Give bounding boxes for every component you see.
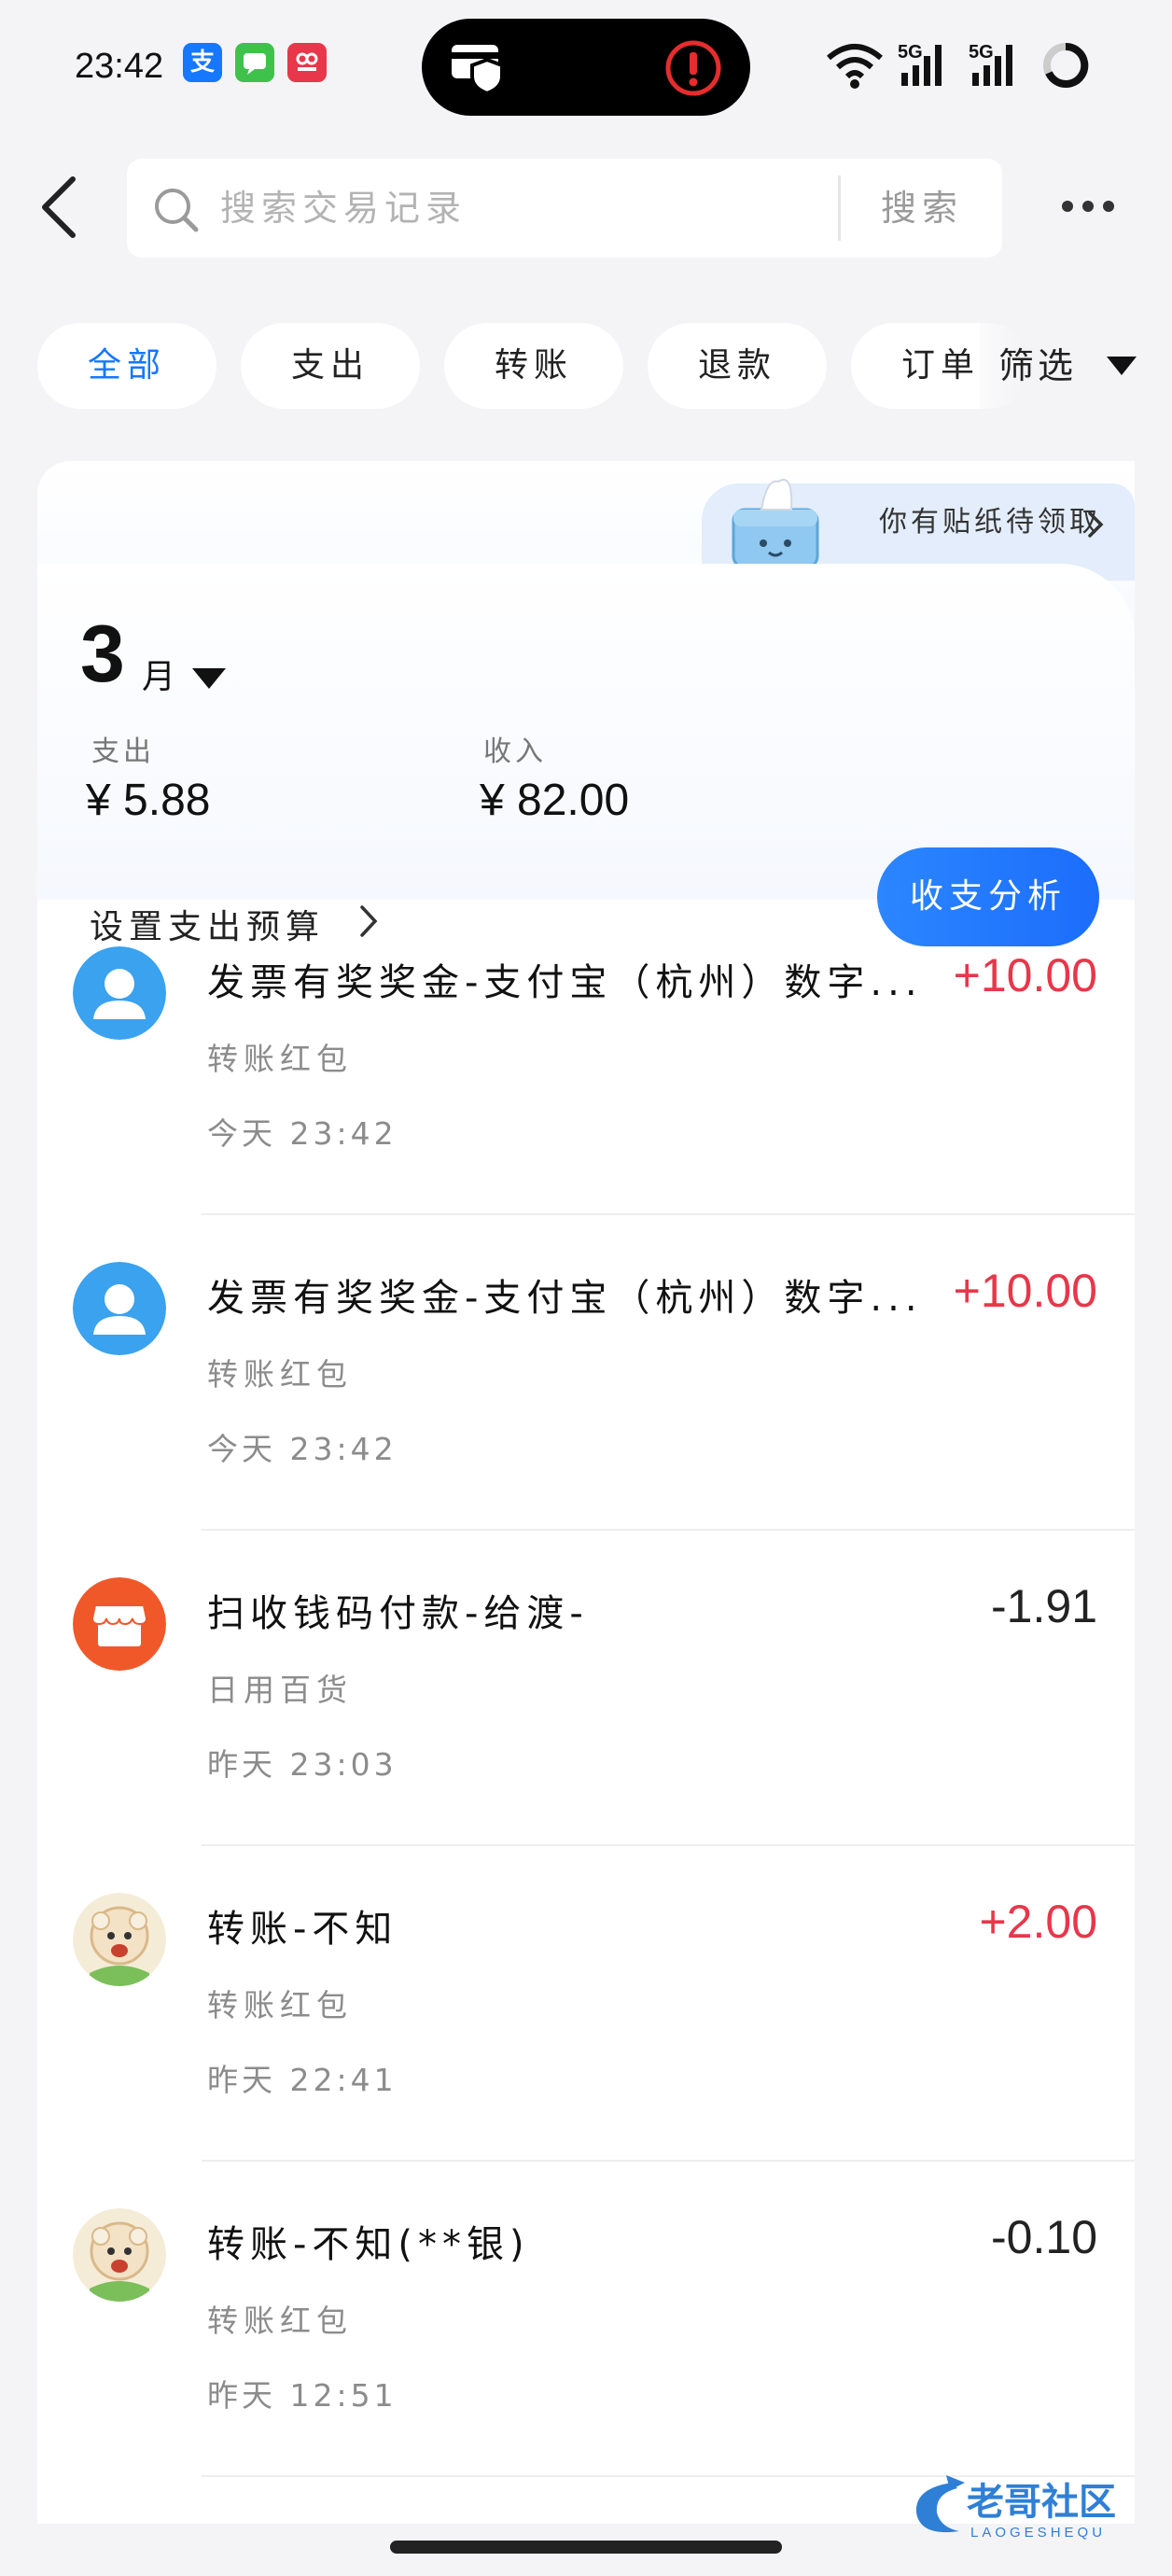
expense-label: 支出 <box>91 735 155 768</box>
income-label: 收入 <box>483 735 547 768</box>
person-avatar <box>73 946 166 1040</box>
transaction-title: 发票有奖奖金-支付宝（杭州）数字... <box>207 1277 923 1320</box>
transaction-time: 昨天 23:03 <box>207 1746 398 1783</box>
transaction-row[interactable]: 发票有奖奖金-支付宝（杭州）数字... +10.00 转账红包 今天 23:42 <box>37 1215 1135 1531</box>
community-watermark-logo: 老哥社区 LAOGESHEQU <box>915 2475 1116 2541</box>
network-label: 5G <box>969 42 994 63</box>
transaction-row[interactable]: 发票有奖奖金-支付宝（杭州）数字... +10.00 转账红包 今天 23:42 <box>37 900 1135 1215</box>
search-icon <box>155 189 199 232</box>
watermark-text: 老哥社区 <box>967 2481 1116 2524</box>
transaction-title: 转账-不知 <box>207 1908 398 1951</box>
transactions-card: 你有贴纸待领取 3 月 支出 ¥ 5.88 收入 ¥ 82.00 设置支出预算 … <box>37 461 1135 2524</box>
messages-app-icon <box>235 43 274 82</box>
search-input[interactable]: 搜索交易记录 <box>220 159 467 258</box>
cartoon-avatar <box>73 2208 166 2302</box>
transaction-category: 转账红包 <box>207 1356 353 1393</box>
month-summary: 你有贴纸待领取 3 月 支出 ¥ 5.88 收入 ¥ 82.00 设置支出预算 … <box>37 461 1135 946</box>
sticker-text: 你有贴纸待领取 <box>879 506 1101 539</box>
search-bar[interactable]: 搜索交易记录 搜索 <box>127 159 1002 258</box>
signal-5g-2-icon: 5G <box>969 42 1012 86</box>
transaction-row[interactable]: 转账-不知 +2.00 转账红包 昨天 22:41 <box>37 1846 1135 2162</box>
alert-icon <box>665 40 721 96</box>
transaction-amount: -1.91 <box>991 1580 1097 1632</box>
search-button[interactable]: 搜索 <box>842 159 1002 258</box>
home-indicator[interactable] <box>390 2541 782 2554</box>
chevron-down-icon <box>1107 357 1137 375</box>
transaction-amount: -0.10 <box>991 2211 1097 2263</box>
cartoon-avatar <box>73 1893 166 1986</box>
tab-transfer[interactable]: 转账 <box>444 323 623 409</box>
transaction-title: 转账-不知(**银) <box>207 2223 530 2266</box>
wifi-icon <box>827 44 883 89</box>
shop-avatar <box>73 1577 166 1671</box>
battery-ring-icon <box>1043 42 1089 88</box>
status-time: 23:42 <box>75 47 164 86</box>
filter-label: 筛选 <box>998 345 1078 386</box>
income-value: ¥ 82.00 <box>480 776 630 825</box>
transaction-category: 转账红包 <box>207 1987 353 2023</box>
transaction-time: 昨天 12:51 <box>207 2377 398 2414</box>
red-app-icon <box>287 43 327 82</box>
card-shield-icon <box>452 45 504 95</box>
expense-value: ¥ 5.88 <box>86 776 211 825</box>
transaction-amount: +2.00 <box>979 1896 1097 1948</box>
search-divider <box>838 175 841 241</box>
transaction-category: 转账红包 <box>207 1041 353 1077</box>
transaction-category: 转账红包 <box>207 2303 353 2339</box>
transaction-row[interactable]: 转账-不知(**银) -0.10 转账红包 昨天 12:51 <box>37 2162 1135 2477</box>
transaction-time: 昨天 22:41 <box>207 2062 398 2098</box>
more-options-icon[interactable] <box>1062 198 1123 216</box>
transaction-title: 发票有奖奖金-支付宝（杭州）数字... <box>207 961 923 1004</box>
transaction-amount: +10.00 <box>953 949 1097 1001</box>
dynamic-island[interactable] <box>422 19 750 116</box>
chevron-right-icon <box>1088 511 1104 538</box>
transaction-category: 日用百货 <box>207 1672 353 1708</box>
transaction-title: 扫收钱码付款-给渡- <box>207 1592 589 1635</box>
filter-button[interactable]: 筛选 <box>980 323 1172 409</box>
transaction-list: 发票有奖奖金-支付宝（杭州）数字... +10.00 转账红包 今天 23:42… <box>37 900 1135 2477</box>
watermark-subtext: LAOGESHEQU <box>970 2525 1106 2541</box>
transaction-time: 今天 23:42 <box>207 1431 398 1467</box>
month-unit[interactable]: 月 <box>142 650 175 698</box>
tab-all[interactable]: 全部 <box>37 323 216 409</box>
alipay-app-icon: 支 <box>183 43 222 82</box>
tab-expense[interactable]: 支出 <box>241 323 420 409</box>
month-dropdown-icon[interactable] <box>192 668 226 689</box>
transaction-amount: +10.00 <box>953 1265 1097 1317</box>
summary-panel: 3 月 支出 ¥ 5.88 收入 ¥ 82.00 设置支出预算 收支分析 <box>37 564 1135 946</box>
transaction-time: 今天 23:42 <box>207 1115 398 1152</box>
signal-5g-1-icon: 5G <box>898 42 942 86</box>
network-label: 5G <box>898 42 923 63</box>
tab-refund[interactable]: 退款 <box>648 323 827 409</box>
tissue-box-sticker-icon <box>732 479 819 569</box>
status-bar: 23:42 支 5G 5G <box>0 0 1172 131</box>
back-arrow-icon[interactable] <box>37 174 80 241</box>
month-number[interactable]: 3 <box>80 609 125 701</box>
transaction-row[interactable]: 扫收钱码付款-给渡- -1.91 日用百货 昨天 23:03 <box>37 1531 1135 1846</box>
person-avatar <box>73 1262 166 1355</box>
